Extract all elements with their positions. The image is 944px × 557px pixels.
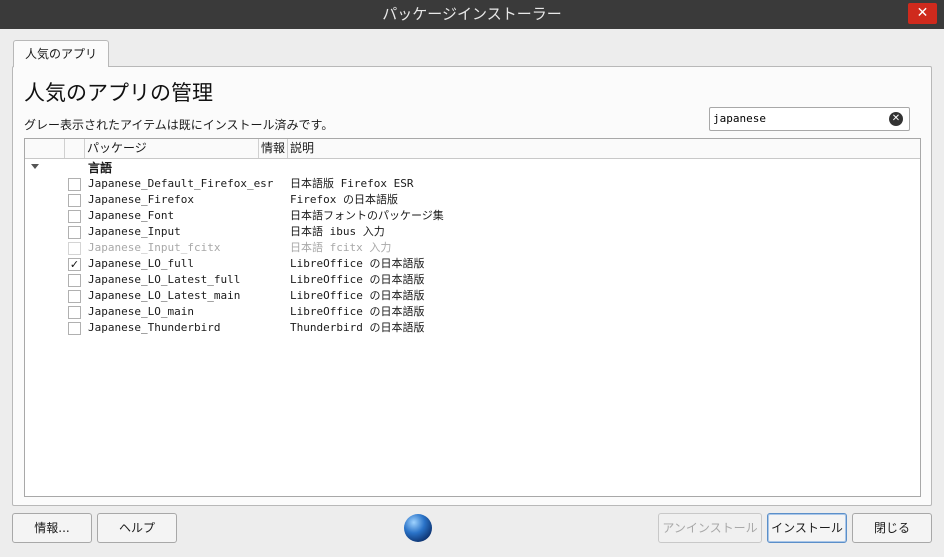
header-description[interactable]: 説明 [288,139,920,158]
package-description: 日本語 fcitx 入力 [290,241,392,254]
help-button[interactable]: ヘルプ [97,513,177,543]
package-description: Thunderbird の日本語版 [290,321,425,334]
table-row[interactable]: ✓ Japanese_LO_full LibreOffice の日本語版 [25,256,920,272]
table-row[interactable]: Japanese_Firefox Firefox の日本語版 [25,192,920,208]
package-name: Japanese_Input [88,225,181,238]
header-check-col[interactable] [65,139,85,158]
package-description: 日本語版 Firefox ESR [290,177,414,190]
row-checkbox[interactable] [68,306,81,319]
row-checkbox[interactable] [68,210,81,223]
package-name: Japanese_LO_full [88,257,194,270]
row-checkbox[interactable] [68,322,81,335]
tab-popular-apps[interactable]: 人気のアプリ [13,40,109,67]
search-input[interactable] [713,109,883,128]
package-name: Japanese_Input_fcitx [88,241,221,254]
row-checkbox[interactable] [68,274,81,287]
header-expand-col[interactable] [25,139,65,158]
row-checkbox[interactable] [68,194,81,207]
globe-icon [404,514,432,542]
table-row[interactable]: Japanese_Input 日本語 ibus 入力 [25,224,920,240]
table-row[interactable]: Japanese_Font 日本語フォントのパッケージ集 [25,208,920,224]
package-name: Japanese_Font [88,209,175,222]
package-description: LibreOffice の日本語版 [290,257,425,270]
close-button[interactable]: 閉じる [852,513,932,543]
package-name: Japanese_LO_Latest_main [88,289,241,302]
package-description: LibreOffice の日本語版 [290,305,425,318]
package-description: 日本語フォントのパッケージ集 [290,209,444,222]
package-table: パッケージ 情報 説明 言語 Japanese_Default_Firefox_… [24,138,921,497]
row-checkbox[interactable] [68,226,81,239]
page-title: 人気のアプリの管理 [24,81,213,105]
row-checkbox-checked[interactable]: ✓ [68,258,81,271]
row-checkbox[interactable] [68,178,81,191]
package-description: 日本語 ibus 入力 [290,225,385,238]
row-checkbox[interactable] [68,242,81,255]
package-description: LibreOffice の日本語版 [290,289,425,302]
package-name: Japanese_LO_Latest_full [88,273,241,286]
info-button[interactable]: 情報... [12,513,92,543]
uninstall-button[interactable]: アンインストール [658,513,762,543]
expand-arrow-icon[interactable] [31,164,39,169]
table-row[interactable]: Japanese_LO_main LibreOffice の日本語版 [25,304,920,320]
subtitle: グレー表示されたアイテムは既にインストール済みです。 [24,118,334,132]
table-row[interactable]: Japanese_LO_Latest_full LibreOffice の日本語… [25,272,920,288]
table-row[interactable]: Japanese_Input_fcitx 日本語 fcitx 入力 [25,240,920,256]
header-package[interactable]: パッケージ [85,139,259,158]
table-row[interactable]: Japanese_LO_Latest_main LibreOffice の日本語… [25,288,920,304]
window-title: パッケージインストーラー [382,5,562,23]
header-info[interactable]: 情報 [259,139,288,158]
clear-search-icon[interactable]: ✕ [889,112,903,126]
install-button[interactable]: インストール [767,513,847,543]
table-row[interactable]: Japanese_Thunderbird Thunderbird の日本語版 [25,320,920,336]
main-panel: 人気のアプリの管理 グレー表示されたアイテムは既にインストール済みです。 ✕ パ… [12,66,932,506]
table-row[interactable]: Japanese_Default_Firefox_esr 日本語版 Firefo… [25,176,920,192]
search-box: ✕ [709,107,910,131]
group-label: 言語 [88,161,113,175]
table-header: パッケージ 情報 説明 [25,139,920,159]
package-description: LibreOffice の日本語版 [290,273,425,286]
package-name: Japanese_LO_main [88,305,194,318]
package-name: Japanese_Default_Firefox_esr [88,177,274,190]
package-name: Japanese_Firefox [88,193,194,206]
package-name: Japanese_Thunderbird [88,321,221,334]
group-row-language[interactable]: 言語 [25,160,920,176]
title-bar: パッケージインストーラー ✕ [0,0,944,29]
package-description: Firefox の日本語版 [290,193,398,206]
close-window-button[interactable]: ✕ [908,3,937,24]
row-checkbox[interactable] [68,290,81,303]
